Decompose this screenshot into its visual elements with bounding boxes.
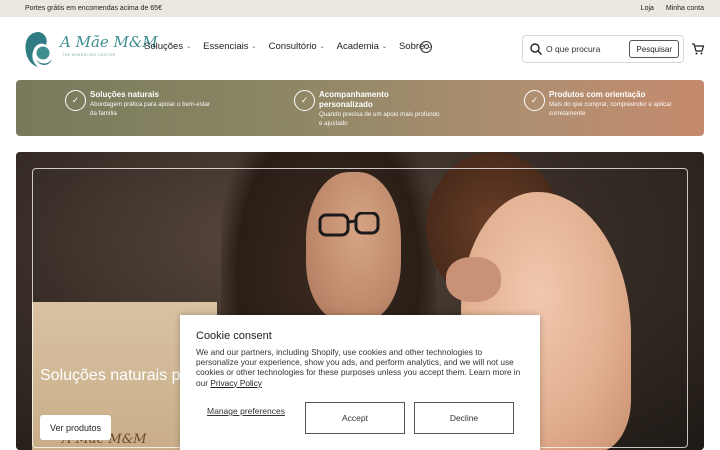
view-products-button[interactable]: Ver produtos [40,415,112,440]
nav-label: Academia [336,41,379,52]
feature-title: Soluções naturais [90,90,159,99]
promo-text: Portes grátis em encomendas acima de 65€ [25,5,162,12]
account-icon[interactable] [420,41,432,53]
logo-mother-child-icon [25,32,52,67]
search-button[interactable]: Pesquisar [629,40,679,58]
chevron-down-icon: ⌄ [251,44,257,50]
feature-desc: Abordagem prática para apoiar o bem-esta… [90,101,211,117]
logo-tagline: THE WIMDELING CENTER [62,53,116,57]
nav-item-academia[interactable]: Academia ⌄ [337,41,387,52]
nav-label: Consultório [268,41,317,52]
nav-label: Essenciais [203,41,249,52]
manage-preferences-button[interactable]: Manage preferences [196,405,296,417]
main-nav: Soluções ⌄ Essenciais ⌄ Consultório ⌄ Acade… [144,41,444,52]
cart-icon[interactable] [691,42,705,56]
nav-item-essenciais[interactable]: Essenciais ⌄ [203,41,256,52]
features-banner: ✓ Soluções naturais Abordagem prática pa… [16,80,704,136]
feature-desc: Quando precisa de um apoio mais profundo… [319,111,440,127]
chevron-down-icon: ⌄ [381,44,387,50]
top-link-shop[interactable]: Loja [641,5,654,12]
top-links: Loja Minha conta [631,5,704,12]
cookie-text: We and our partners, including Shopify, … [196,347,524,388]
feature-title: Produtos com orientação [549,90,646,99]
accept-button[interactable]: Accept [305,402,405,434]
check-circle-icon: ✓ [524,90,545,111]
nav-item-consultorio[interactable]: Consultório ⌄ [269,41,325,52]
nav-label: Soluções [144,41,184,52]
cookie-title: Cookie consent [196,330,272,342]
check-circle-icon: ✓ [65,90,86,111]
top-link-account[interactable]: Minha conta [666,5,704,12]
nav-item-solucoes[interactable]: Soluções ⌄ [144,41,191,52]
announcement-bar: Portes grátis em encomendas acima de 65€… [0,0,720,17]
feature-item: ✓ Produtos com orientação Mais do que co… [524,90,679,118]
logo[interactable]: A Mãe M&M THE WIMDELING CENTER [22,29,158,69]
feature-desc: Mais do que comprar, compreender e aplic… [549,101,672,117]
chevron-down-icon: ⌄ [319,44,325,50]
cookie-actions: Manage preferences Accept Decline [196,402,524,434]
feature-item: ✓ Acompanhamento personalizado Quando pr… [294,90,444,128]
search-icon [530,43,542,55]
privacy-policy-link[interactable]: Privacy Policy [210,378,262,388]
search-input[interactable] [546,44,632,54]
site-header: A Mãe M&M THE WIMDELING CENTER Soluções ⌄… [0,17,720,80]
search-box: Pesquisar [522,35,684,63]
chevron-down-icon: ⌄ [186,44,192,50]
feature-title: Acompanhamento personalizado [319,90,389,109]
decline-button[interactable]: Decline [414,402,514,434]
cookie-consent-dialog: Cookie consent We and our partners, incl… [180,315,540,450]
check-circle-icon: ✓ [294,90,315,111]
logo-text: A Mãe M&M [60,33,158,51]
feature-item: ✓ Soluções naturais Abordagem prática pa… [65,90,215,118]
